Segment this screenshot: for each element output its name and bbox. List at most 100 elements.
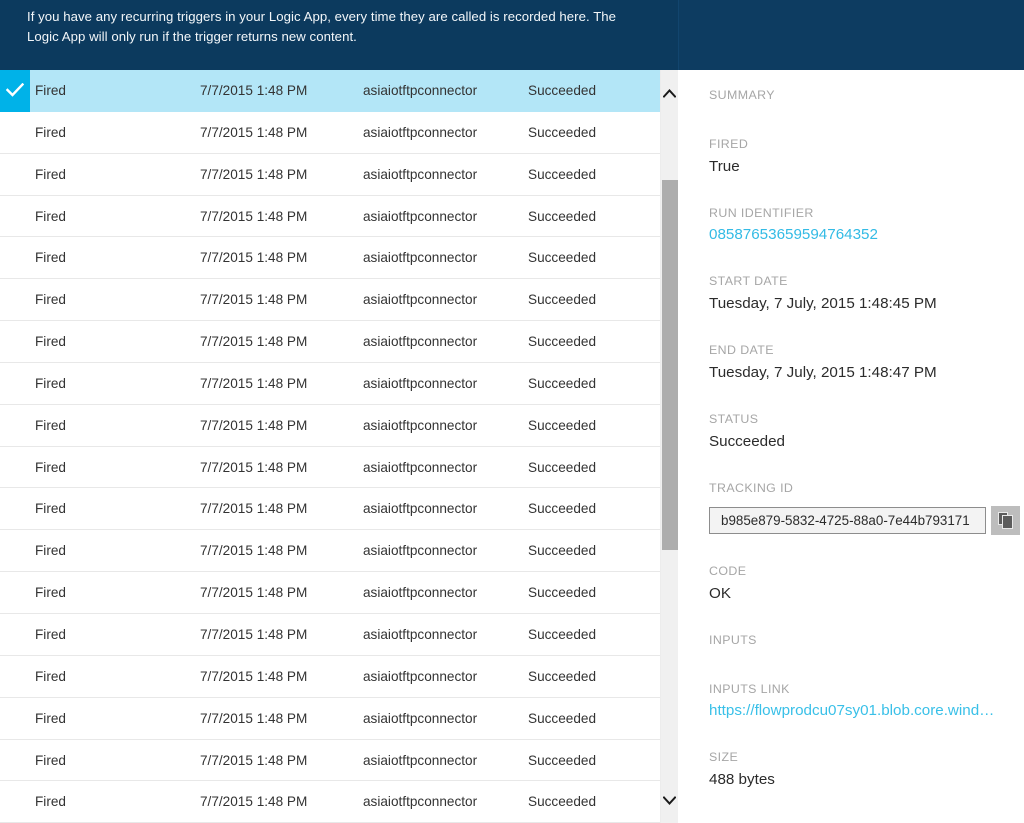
table-row[interactable]: Fired 7/7/2015 1:48 PM asiaiotftpconnector… (0, 195, 660, 238)
table-row[interactable]: Fired 7/7/2015 1:48 PM asiaiotftpconnector… (0, 70, 660, 112)
row-checkbox[interactable] (0, 488, 30, 530)
row-checkbox[interactable] (0, 279, 30, 321)
scroll-up-arrow-icon[interactable] (661, 80, 678, 106)
row-checkbox[interactable] (0, 70, 30, 112)
cell-status: Succeeded (528, 166, 597, 182)
cell-fired: Fired (35, 334, 66, 350)
cell-date: 7/7/2015 1:48 PM (200, 124, 308, 140)
scroll-down-arrow-icon[interactable] (661, 787, 678, 813)
table-row[interactable]: Fired 7/7/2015 1:48 PM asiaiotftpconnector… (0, 781, 660, 823)
table-row[interactable]: Fired 7/7/2015 1:48 PM asiaiotftpconnector… (0, 739, 660, 782)
scrollbar-thumb[interactable] (662, 180, 678, 550)
table-row[interactable]: Fired 7/7/2015 1:48 PM asiaiotftpconnector… (0, 488, 660, 531)
value-inputs-link[interactable]: https://flowprodcu07sy01.blob.core.wind… (709, 702, 994, 719)
cell-date: 7/7/2015 1:48 PM (200, 710, 308, 726)
cell-connector: asiaiotftpconnector (363, 668, 478, 684)
cell-fired: Fired (35, 668, 66, 684)
cell-status: Succeeded (528, 208, 597, 224)
info-banner: If you have any recurring triggers in yo… (0, 0, 1024, 70)
cell-fired: Fired (35, 124, 66, 140)
copy-tracking-id-button[interactable] (991, 506, 1020, 535)
table-scrollbar[interactable] (660, 70, 678, 823)
table-row[interactable]: Fired 7/7/2015 1:48 PM asiaiotftpconnector… (0, 697, 660, 740)
row-checkbox[interactable] (0, 154, 30, 196)
table-row[interactable]: Fired 7/7/2015 1:48 PM asiaiotftpconnector… (0, 153, 660, 196)
cell-status: Succeeded (528, 752, 597, 768)
cell-fired: Fired (35, 417, 66, 433)
cell-connector: asiaiotftpconnector (363, 250, 478, 266)
cell-status: Succeeded (528, 83, 597, 98)
row-checkbox[interactable] (0, 237, 30, 279)
value-run-identifier[interactable]: 08587653659594764352 (709, 226, 878, 243)
trigger-history-screen: If you have any recurring triggers in yo… (0, 0, 1024, 823)
cell-status: Succeeded (528, 626, 597, 642)
run-detail-panel: SUMMARY FIRED True RUN IDENTIFIER 085876… (678, 70, 1024, 823)
row-checkbox[interactable] (0, 698, 30, 740)
table-row[interactable]: Fired 7/7/2015 1:48 PM asiaiotftpconnector… (0, 572, 660, 614)
row-checkbox[interactable] (0, 196, 30, 238)
cell-status: Succeeded (528, 501, 597, 517)
row-checkbox[interactable] (0, 740, 30, 782)
table-row[interactable]: Fired 7/7/2015 1:48 PM asiaiotftpconnector… (0, 404, 660, 447)
row-checkbox[interactable] (0, 781, 30, 823)
label-end-date: END DATE (709, 343, 774, 357)
tracking-id-input[interactable]: b985e879-5832-4725-88a0-7e44b793171 (709, 507, 986, 534)
cell-date: 7/7/2015 1:48 PM (200, 585, 308, 601)
value-end-date: Tuesday, 7 July, 2015 1:48:47 PM (709, 364, 937, 381)
table-row[interactable]: Fired 7/7/2015 1:48 PM asiaiotftpconnector… (0, 446, 660, 489)
cell-status: Succeeded (528, 794, 597, 810)
table-row[interactable]: Fired 7/7/2015 1:48 PM asiaiotftpconnector… (0, 237, 660, 280)
table-row[interactable]: Fired 7/7/2015 1:48 PM asiaiotftpconnector… (0, 111, 660, 154)
cell-connector: asiaiotftpconnector (363, 124, 478, 140)
row-checkbox[interactable] (0, 363, 30, 405)
cell-date: 7/7/2015 1:48 PM (200, 668, 308, 684)
value-code: OK (709, 585, 731, 602)
cell-date: 7/7/2015 1:48 PM (200, 166, 308, 182)
cell-date: 7/7/2015 1:48 PM (200, 752, 308, 768)
cell-status: Succeeded (528, 375, 597, 391)
table-row[interactable]: Fired 7/7/2015 1:48 PM asiaiotftpconnector… (0, 321, 660, 363)
table-row[interactable]: Fired 7/7/2015 1:48 PM asiaiotftpconnector… (0, 613, 660, 656)
cell-fired: Fired (35, 166, 66, 182)
cell-status: Succeeded (528, 124, 597, 140)
table-row[interactable]: Fired 7/7/2015 1:48 PM asiaiotftpconnector… (0, 655, 660, 698)
label-code: CODE (709, 564, 747, 578)
table-row[interactable]: Fired 7/7/2015 1:48 PM asiaiotftpconnector… (0, 530, 660, 573)
cell-connector: asiaiotftpconnector (363, 752, 478, 768)
cell-date: 7/7/2015 1:48 PM (200, 459, 308, 475)
value-start-date: Tuesday, 7 July, 2015 1:48:45 PM (709, 295, 937, 312)
label-size: SIZE (709, 750, 739, 764)
copy-icon (997, 512, 1014, 529)
cell-date: 7/7/2015 1:48 PM (200, 375, 308, 391)
cell-connector: asiaiotftpconnector (363, 710, 478, 726)
cell-date: 7/7/2015 1:48 PM (200, 292, 308, 308)
cell-status: Succeeded (528, 459, 597, 475)
info-banner-text: If you have any recurring triggers in yo… (27, 9, 617, 44)
table-row[interactable]: Fired 7/7/2015 1:48 PM asiaiotftpconnector… (0, 279, 660, 322)
cell-connector: asiaiotftpconnector (363, 794, 478, 810)
row-checkbox[interactable] (0, 572, 30, 614)
cell-fired: Fired (35, 250, 66, 266)
row-checkbox[interactable] (0, 321, 30, 363)
cell-status: Succeeded (528, 668, 597, 684)
cell-connector: asiaiotftpconnector (363, 417, 478, 433)
label-tracking-id: TRACKING ID (709, 481, 794, 495)
value-size: 488 bytes (709, 771, 775, 788)
row-checkbox[interactable] (0, 656, 30, 698)
cell-date: 7/7/2015 1:48 PM (200, 417, 308, 433)
value-status: Succeeded (709, 433, 785, 450)
label-start-date: START DATE (709, 274, 788, 288)
cell-date: 7/7/2015 1:48 PM (200, 208, 308, 224)
cell-connector: asiaiotftpconnector (363, 208, 478, 224)
row-checkbox[interactable] (0, 447, 30, 489)
row-checkbox[interactable] (0, 530, 30, 572)
cell-status: Succeeded (528, 710, 597, 726)
cell-date: 7/7/2015 1:48 PM (200, 501, 308, 517)
row-checkbox[interactable] (0, 614, 30, 656)
cell-status: Succeeded (528, 334, 597, 350)
row-checkbox[interactable] (0, 405, 30, 447)
cell-status: Succeeded (528, 543, 597, 559)
table-row[interactable]: Fired 7/7/2015 1:48 PM asiaiotftpconnector… (0, 362, 660, 405)
row-checkbox[interactable] (0, 112, 30, 154)
cell-connector: asiaiotftpconnector (363, 166, 478, 182)
